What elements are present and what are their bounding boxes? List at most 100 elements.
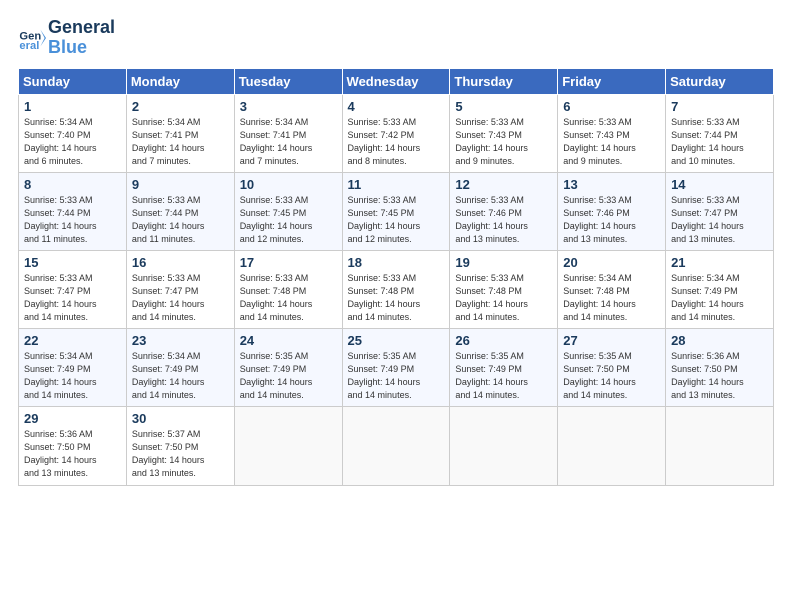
- day-info: Sunrise: 5:33 AMSunset: 7:47 PMDaylight:…: [132, 272, 229, 324]
- day-info: Sunrise: 5:34 AMSunset: 7:48 PMDaylight:…: [563, 272, 660, 324]
- day-number: 2: [132, 99, 229, 114]
- day-info: Sunrise: 5:35 AMSunset: 7:49 PMDaylight:…: [240, 350, 337, 402]
- day-number: 8: [24, 177, 121, 192]
- day-number: 7: [671, 99, 768, 114]
- day-info: Sunrise: 5:36 AMSunset: 7:50 PMDaylight:…: [671, 350, 768, 402]
- day-number: 21: [671, 255, 768, 270]
- day-number: 23: [132, 333, 229, 348]
- day-info: Sunrise: 5:33 AMSunset: 7:48 PMDaylight:…: [455, 272, 552, 324]
- day-info: Sunrise: 5:33 AMSunset: 7:42 PMDaylight:…: [348, 116, 445, 168]
- day-number: 10: [240, 177, 337, 192]
- day-number: 24: [240, 333, 337, 348]
- day-info: Sunrise: 5:34 AMSunset: 7:49 PMDaylight:…: [132, 350, 229, 402]
- day-number: 26: [455, 333, 552, 348]
- logo-icon: Gen eral: [18, 24, 46, 52]
- day-number: 30: [132, 411, 229, 426]
- calendar-week-2: 8 Sunrise: 5:33 AMSunset: 7:44 PMDaylight…: [19, 172, 774, 250]
- day-number: 9: [132, 177, 229, 192]
- day-number: 20: [563, 255, 660, 270]
- calendar-cell: 26 Sunrise: 5:35 AMSunset: 7:49 PMDayligh…: [450, 329, 558, 407]
- calendar-cell: 3 Sunrise: 5:34 AMSunset: 7:41 PMDaylight…: [234, 94, 342, 172]
- calendar-cell: [450, 407, 558, 485]
- calendar-week-4: 22 Sunrise: 5:34 AMSunset: 7:49 PMDayligh…: [19, 329, 774, 407]
- calendar-header-row: SundayMondayTuesdayWednesdayThursdayFrid…: [19, 68, 774, 94]
- calendar-header-monday: Monday: [126, 68, 234, 94]
- calendar-cell: 9 Sunrise: 5:33 AMSunset: 7:44 PMDaylight…: [126, 172, 234, 250]
- calendar-cell: 27 Sunrise: 5:35 AMSunset: 7:50 PMDayligh…: [558, 329, 666, 407]
- calendar-week-1: 1Sunrise: 5:34 AMSunset: 7:40 PMDaylight…: [19, 94, 774, 172]
- day-info: Sunrise: 5:33 AMSunset: 7:44 PMDaylight:…: [671, 116, 768, 168]
- day-number: 16: [132, 255, 229, 270]
- calendar: SundayMondayTuesdayWednesdayThursdayFrid…: [18, 68, 774, 486]
- day-number: 15: [24, 255, 121, 270]
- calendar-cell: [342, 407, 450, 485]
- calendar-cell: 7 Sunrise: 5:33 AMSunset: 7:44 PMDaylight…: [666, 94, 774, 172]
- day-info: Sunrise: 5:34 AMSunset: 7:41 PMDaylight:…: [132, 116, 229, 168]
- day-number: 12: [455, 177, 552, 192]
- calendar-cell: 24 Sunrise: 5:35 AMSunset: 7:49 PMDayligh…: [234, 329, 342, 407]
- calendar-cell: 29 Sunrise: 5:36 AMSunset: 7:50 PMDayligh…: [19, 407, 127, 485]
- calendar-week-5: 29 Sunrise: 5:36 AMSunset: 7:50 PMDayligh…: [19, 407, 774, 485]
- calendar-cell: 16 Sunrise: 5:33 AMSunset: 7:47 PMDayligh…: [126, 250, 234, 328]
- day-info: Sunrise: 5:34 AMSunset: 7:41 PMDaylight:…: [240, 116, 337, 168]
- calendar-cell: 13 Sunrise: 5:33 AMSunset: 7:46 PMDayligh…: [558, 172, 666, 250]
- day-info: Sunrise: 5:33 AMSunset: 7:44 PMDaylight:…: [132, 194, 229, 246]
- day-number: 27: [563, 333, 660, 348]
- day-info: Sunrise: 5:34 AMSunset: 7:49 PMDaylight:…: [24, 350, 121, 402]
- calendar-cell: 30 Sunrise: 5:37 AMSunset: 7:50 PMDayligh…: [126, 407, 234, 485]
- day-info: Sunrise: 5:34 AMSunset: 7:49 PMDaylight:…: [671, 272, 768, 324]
- day-info: Sunrise: 5:33 AMSunset: 7:43 PMDaylight:…: [563, 116, 660, 168]
- calendar-cell: 21 Sunrise: 5:34 AMSunset: 7:49 PMDayligh…: [666, 250, 774, 328]
- day-info: Sunrise: 5:35 AMSunset: 7:49 PMDaylight:…: [348, 350, 445, 402]
- page-header: Gen eral General Blue: [18, 18, 774, 58]
- day-info: Sunrise: 5:33 AMSunset: 7:47 PMDaylight:…: [671, 194, 768, 246]
- day-number: 22: [24, 333, 121, 348]
- day-number: 3: [240, 99, 337, 114]
- day-info: Sunrise: 5:33 AMSunset: 7:46 PMDaylight:…: [563, 194, 660, 246]
- calendar-cell: 5Sunrise: 5:33 AMSunset: 7:43 PMDaylight…: [450, 94, 558, 172]
- calendar-week-3: 15 Sunrise: 5:33 AMSunset: 7:47 PMDayligh…: [19, 250, 774, 328]
- calendar-cell: 19Sunrise: 5:33 AMSunset: 7:48 PMDayligh…: [450, 250, 558, 328]
- calendar-cell: 1Sunrise: 5:34 AMSunset: 7:40 PMDaylight…: [19, 94, 127, 172]
- day-info: Sunrise: 5:37 AMSunset: 7:50 PMDaylight:…: [132, 428, 229, 480]
- calendar-header-tuesday: Tuesday: [234, 68, 342, 94]
- calendar-cell: 18Sunrise: 5:33 AMSunset: 7:48 PMDayligh…: [342, 250, 450, 328]
- calendar-cell: 2 Sunrise: 5:34 AMSunset: 7:41 PMDaylight…: [126, 94, 234, 172]
- day-info: Sunrise: 5:33 AMSunset: 7:45 PMDaylight:…: [240, 194, 337, 246]
- day-info: Sunrise: 5:33 AMSunset: 7:44 PMDaylight:…: [24, 194, 121, 246]
- calendar-header-friday: Friday: [558, 68, 666, 94]
- day-number: 29: [24, 411, 121, 426]
- calendar-header-saturday: Saturday: [666, 68, 774, 94]
- calendar-header-wednesday: Wednesday: [342, 68, 450, 94]
- day-number: 28: [671, 333, 768, 348]
- calendar-cell: 23 Sunrise: 5:34 AMSunset: 7:49 PMDayligh…: [126, 329, 234, 407]
- calendar-cell: 8 Sunrise: 5:33 AMSunset: 7:44 PMDaylight…: [19, 172, 127, 250]
- calendar-cell: 4 Sunrise: 5:33 AMSunset: 7:42 PMDaylight…: [342, 94, 450, 172]
- calendar-cell: [234, 407, 342, 485]
- calendar-cell: 10 Sunrise: 5:33 AMSunset: 7:45 PMDayligh…: [234, 172, 342, 250]
- day-number: 6: [563, 99, 660, 114]
- day-info: Sunrise: 5:36 AMSunset: 7:50 PMDaylight:…: [24, 428, 121, 480]
- calendar-cell: 11 Sunrise: 5:33 AMSunset: 7:45 PMDayligh…: [342, 172, 450, 250]
- calendar-cell: 22 Sunrise: 5:34 AMSunset: 7:49 PMDayligh…: [19, 329, 127, 407]
- svg-text:eral: eral: [19, 40, 39, 52]
- calendar-cell: 17Sunrise: 5:33 AMSunset: 7:48 PMDayligh…: [234, 250, 342, 328]
- day-info: Sunrise: 5:33 AMSunset: 7:46 PMDaylight:…: [455, 194, 552, 246]
- day-info: Sunrise: 5:35 AMSunset: 7:50 PMDaylight:…: [563, 350, 660, 402]
- calendar-header-thursday: Thursday: [450, 68, 558, 94]
- day-info: Sunrise: 5:33 AMSunset: 7:45 PMDaylight:…: [348, 194, 445, 246]
- day-number: 14: [671, 177, 768, 192]
- calendar-header-sunday: Sunday: [19, 68, 127, 94]
- day-number: 4: [348, 99, 445, 114]
- day-info: Sunrise: 5:35 AMSunset: 7:49 PMDaylight:…: [455, 350, 552, 402]
- day-number: 1: [24, 99, 121, 114]
- day-info: Sunrise: 5:33 AMSunset: 7:43 PMDaylight:…: [455, 116, 552, 168]
- calendar-cell: 15Sunrise: 5:33 AMSunset: 7:47 PMDayligh…: [19, 250, 127, 328]
- day-number: 11: [348, 177, 445, 192]
- calendar-cell: 14 Sunrise: 5:33 AMSunset: 7:47 PMDayligh…: [666, 172, 774, 250]
- day-number: 13: [563, 177, 660, 192]
- day-info: Sunrise: 5:33 AMSunset: 7:48 PMDaylight:…: [240, 272, 337, 324]
- calendar-cell: 28 Sunrise: 5:36 AMSunset: 7:50 PMDayligh…: [666, 329, 774, 407]
- calendar-cell: 6 Sunrise: 5:33 AMSunset: 7:43 PMDaylight…: [558, 94, 666, 172]
- calendar-cell: [666, 407, 774, 485]
